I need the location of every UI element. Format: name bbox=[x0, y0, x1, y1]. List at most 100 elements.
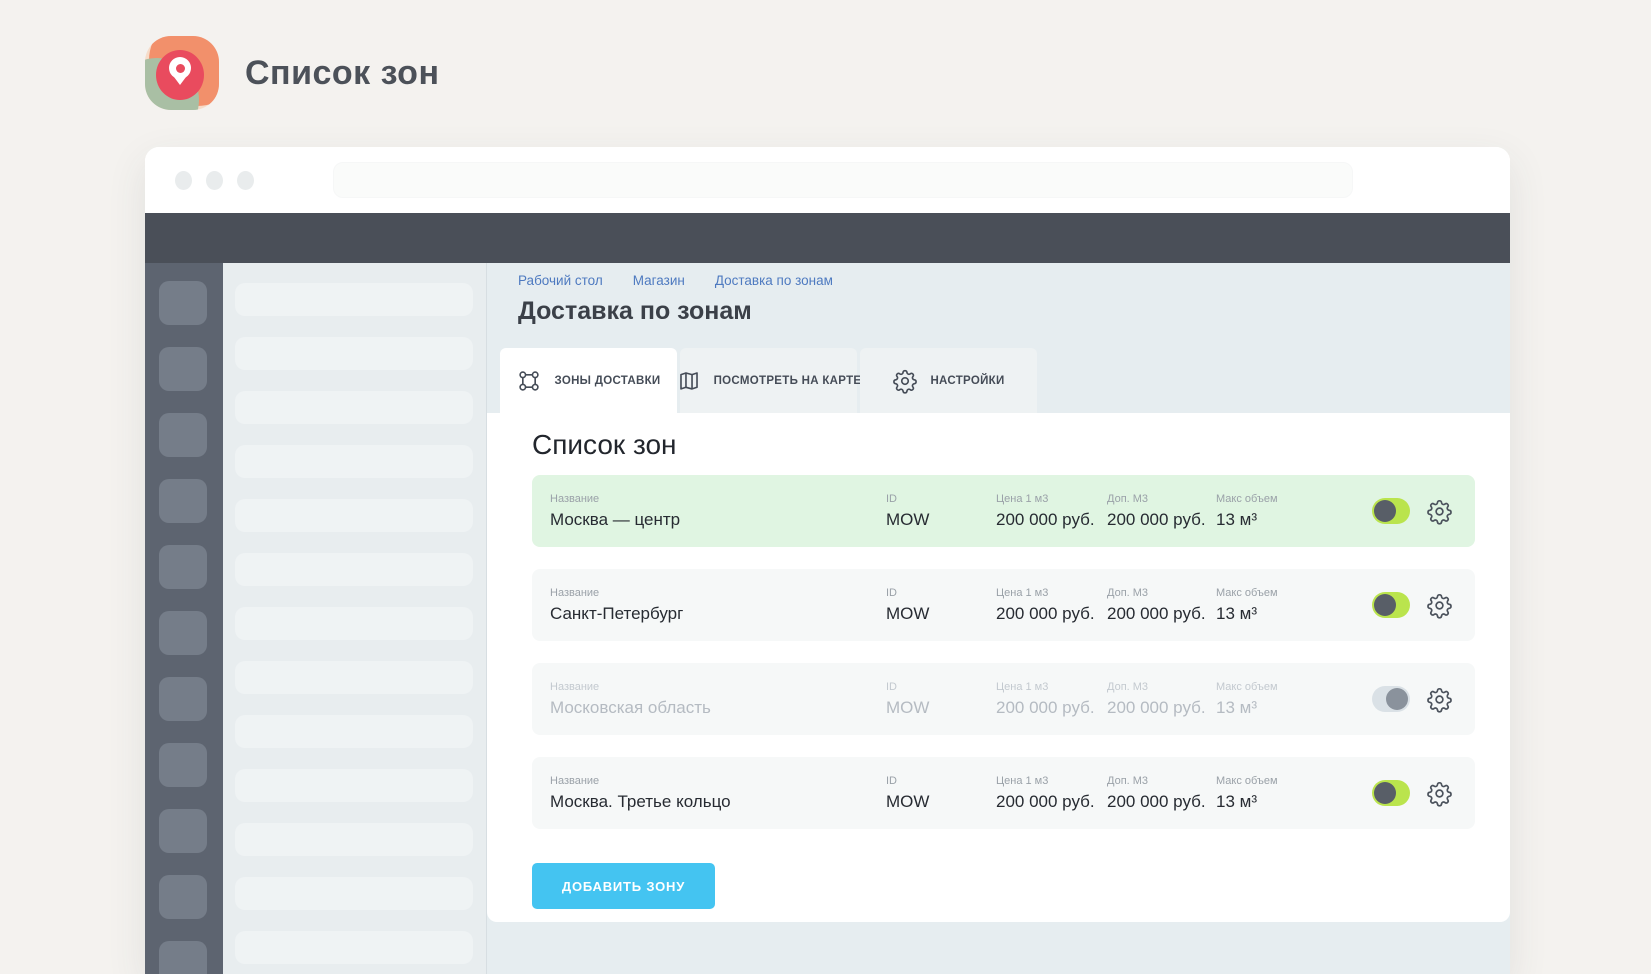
sidebar-bar-placeholder bbox=[235, 769, 473, 802]
zone-id-value: MOW bbox=[886, 792, 996, 812]
sidebar-bar-placeholder bbox=[235, 553, 473, 586]
gear-icon[interactable] bbox=[1426, 498, 1453, 525]
tab-label: НАСТРОЙКИ bbox=[930, 375, 1004, 387]
sidebar-bar-placeholder bbox=[235, 661, 473, 694]
column-label-id: ID bbox=[886, 681, 996, 693]
breadcrumb-shop[interactable]: Магазин bbox=[633, 273, 685, 288]
browser-window: Рабочий стол Магазин Доставка по зонам Д… bbox=[145, 147, 1510, 974]
sidebar-tile-placeholder bbox=[159, 281, 207, 325]
column-label-name: Название bbox=[550, 587, 886, 599]
zone-id-cell: ID MOW bbox=[886, 775, 996, 812]
column-label-max: Макс объем bbox=[1216, 775, 1372, 787]
zone-extra-value: 200 000 руб. bbox=[1107, 604, 1216, 624]
zone-name-value: Санкт-Петербург bbox=[550, 604, 886, 624]
column-label-price: Цена 1 м3 bbox=[996, 775, 1107, 787]
map-icon bbox=[676, 368, 702, 394]
gear-icon bbox=[892, 368, 918, 394]
zone-enabled-toggle[interactable] bbox=[1372, 498, 1410, 524]
zone-name-cell: Название Московская область bbox=[550, 681, 886, 718]
page-header: Список зон bbox=[145, 36, 440, 110]
sidebar-tile-placeholder bbox=[159, 677, 207, 721]
sidebar-bar-placeholder bbox=[235, 391, 473, 424]
sidebar-bar-placeholder bbox=[235, 931, 473, 964]
zone-price-cell: Цена 1 м3 200 000 руб. bbox=[996, 775, 1107, 812]
zone-extra-cell: Доп. М3 200 000 руб. bbox=[1107, 587, 1216, 624]
zone-price-cell: Цена 1 м3 200 000 руб. bbox=[996, 493, 1107, 530]
sidebar-tile-placeholder bbox=[159, 479, 207, 523]
section-title: Список зон bbox=[532, 429, 1476, 461]
breadcrumb-desktop[interactable]: Рабочий стол bbox=[518, 273, 603, 288]
column-label-price: Цена 1 м3 bbox=[996, 587, 1107, 599]
sidebar-bar-placeholder bbox=[235, 337, 473, 370]
sidebar-tile-placeholder bbox=[159, 611, 207, 655]
zone-max-cell: Макс объем 13 м³ bbox=[1216, 775, 1372, 812]
zone-price-value: 200 000 руб. bbox=[996, 604, 1107, 624]
zone-extra-cell: Доп. М3 200 000 руб. bbox=[1107, 775, 1216, 812]
zone-enabled-toggle[interactable] bbox=[1372, 780, 1410, 806]
sidebar-bar-placeholder bbox=[235, 823, 473, 856]
zone-id-value: MOW bbox=[886, 510, 996, 530]
zone-row[interactable]: Название Санкт-Петербург ID MOW Цена 1 м… bbox=[532, 569, 1475, 641]
add-zone-button[interactable]: ДОБАВИТЬ ЗОНУ bbox=[532, 863, 715, 909]
gear-icon[interactable] bbox=[1426, 686, 1453, 713]
zone-id-value: MOW bbox=[886, 698, 996, 718]
zone-max-cell: Макс объем 13 м³ bbox=[1216, 587, 1372, 624]
zone-max-value: 13 м³ bbox=[1216, 698, 1372, 718]
zone-max-value: 13 м³ bbox=[1216, 604, 1372, 624]
breadcrumb-zone-delivery[interactable]: Доставка по зонам bbox=[715, 273, 833, 288]
zone-max-value: 13 м³ bbox=[1216, 510, 1372, 530]
sidebar-bar-placeholder bbox=[235, 715, 473, 748]
main-area: Рабочий стол Магазин Доставка по зонам Д… bbox=[487, 263, 1510, 974]
tab-settings[interactable]: НАСТРОЙКИ bbox=[860, 348, 1037, 413]
zone-row[interactable]: Название Москва. Третье кольцо ID MOW Це… bbox=[532, 757, 1475, 829]
sidebar-tile-placeholder bbox=[159, 413, 207, 457]
browser-chrome bbox=[145, 147, 1510, 213]
zone-id-cell: ID MOW bbox=[886, 493, 996, 530]
zone-id-value: MOW bbox=[886, 604, 996, 624]
app-topbar bbox=[145, 213, 1510, 263]
zone-price-value: 200 000 руб. bbox=[996, 698, 1107, 718]
sidebar-tile-placeholder bbox=[159, 347, 207, 391]
column-label-extra: Доп. М3 bbox=[1107, 493, 1216, 505]
column-label-id: ID bbox=[886, 587, 996, 599]
zone-max-cell: Макс объем 13 м³ bbox=[1216, 681, 1372, 718]
sidebar-tile-placeholder bbox=[159, 941, 207, 974]
zone-enabled-toggle[interactable] bbox=[1372, 592, 1410, 618]
main-title: Доставка по зонам bbox=[518, 297, 752, 326]
zone-name-value: Москва. Третье кольцо bbox=[550, 792, 886, 812]
gear-icon[interactable] bbox=[1426, 592, 1453, 619]
address-bar[interactable] bbox=[333, 162, 1353, 198]
window-control-icon[interactable] bbox=[175, 171, 192, 190]
toggle-knob bbox=[1386, 688, 1408, 710]
zone-extra-value: 200 000 руб. bbox=[1107, 698, 1216, 718]
window-control-icon[interactable] bbox=[206, 171, 223, 190]
zone-polygon-icon bbox=[516, 368, 542, 394]
tab-delivery-zones[interactable]: ЗОНЫ ДОСТАВКИ bbox=[500, 348, 677, 413]
zone-max-value: 13 м³ bbox=[1216, 792, 1372, 812]
column-label-extra: Доп. М3 bbox=[1107, 775, 1216, 787]
zone-price-cell: Цена 1 м3 200 000 руб. bbox=[996, 681, 1107, 718]
gear-icon[interactable] bbox=[1426, 780, 1453, 807]
zone-name-cell: Название Санкт-Петербург bbox=[550, 587, 886, 624]
sidebar-bar-placeholder bbox=[235, 499, 473, 532]
column-label-name: Название bbox=[550, 775, 886, 787]
column-label-name: Название bbox=[550, 493, 886, 505]
zone-name-value: Москва — центр bbox=[550, 510, 886, 530]
tab-view-on-map[interactable]: ПОСМОТРЕТЬ НА КАРТЕ bbox=[680, 348, 857, 413]
window-control-icon[interactable] bbox=[237, 171, 254, 190]
column-label-id: ID bbox=[886, 775, 996, 787]
page-title: Список зон bbox=[245, 54, 440, 93]
zone-price-value: 200 000 руб. bbox=[996, 792, 1107, 812]
zone-row[interactable]: Название Москва — центр ID MOW Цена 1 м3… bbox=[532, 475, 1475, 547]
zone-id-cell: ID MOW bbox=[886, 681, 996, 718]
sidebar-bar-placeholder bbox=[235, 877, 473, 910]
zone-name-cell: Название Москва — центр bbox=[550, 493, 886, 530]
column-label-name: Название bbox=[550, 681, 886, 693]
zone-row[interactable]: Название Московская область ID MOW Цена … bbox=[532, 663, 1475, 735]
zone-enabled-toggle[interactable] bbox=[1372, 686, 1410, 712]
zone-name-value: Московская область bbox=[550, 698, 886, 718]
column-label-max: Макс объем bbox=[1216, 587, 1372, 599]
sidebar-bar-placeholder bbox=[235, 607, 473, 640]
zone-extra-cell: Доп. М3 200 000 руб. bbox=[1107, 493, 1216, 530]
zone-price-value: 200 000 руб. bbox=[996, 510, 1107, 530]
